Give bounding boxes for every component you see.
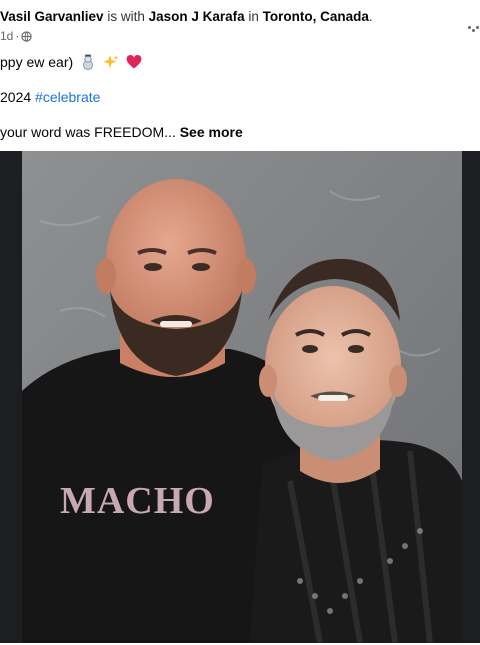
tagged-user[interactable]: Jason J Karafa: [149, 9, 245, 24]
photo-illustration: MACHO: [0, 151, 480, 643]
with-text: is with: [103, 9, 149, 24]
globe-icon[interactable]: [21, 30, 33, 42]
meta-separator: ·: [15, 29, 20, 43]
sparkles-icon: [103, 55, 119, 69]
post-text-line-3: your word was FREEDOM... See more: [0, 123, 243, 141]
see-more-link[interactable]: See more: [180, 124, 243, 140]
post-meta: 1d ·: [0, 28, 33, 44]
location-link[interactable]: Toronto, Canada: [263, 9, 369, 24]
post-photo[interactable]: MACHO: [0, 151, 480, 643]
hashtag-celebrate[interactable]: #celebrate: [35, 89, 100, 105]
post-time[interactable]: 1d: [0, 28, 13, 44]
author-line: Vasil Garvanliev is with Jason J Karafa …: [0, 8, 373, 26]
post-text-line-1: ppy ew ear): [0, 53, 142, 71]
more-options-icon[interactable]: [468, 26, 479, 34]
year-text: 2024: [0, 89, 36, 105]
snowman-icon: [83, 54, 93, 70]
shirt-print: MACHO: [60, 480, 215, 522]
post-header: Vasil Garvanliev is with Jason J Karafa …: [0, 8, 480, 48]
author-name[interactable]: Vasil Garvanliev: [0, 9, 104, 24]
red-heart-icon: [126, 55, 142, 69]
in-text: in: [244, 9, 263, 24]
period: .: [368, 9, 373, 24]
post-text-fragment: ppy ew ear): [0, 54, 74, 70]
post-text-line-2: 2024 #celebrate: [0, 88, 100, 106]
post-text-fragment: your word was FREEDOM...: [0, 124, 176, 140]
